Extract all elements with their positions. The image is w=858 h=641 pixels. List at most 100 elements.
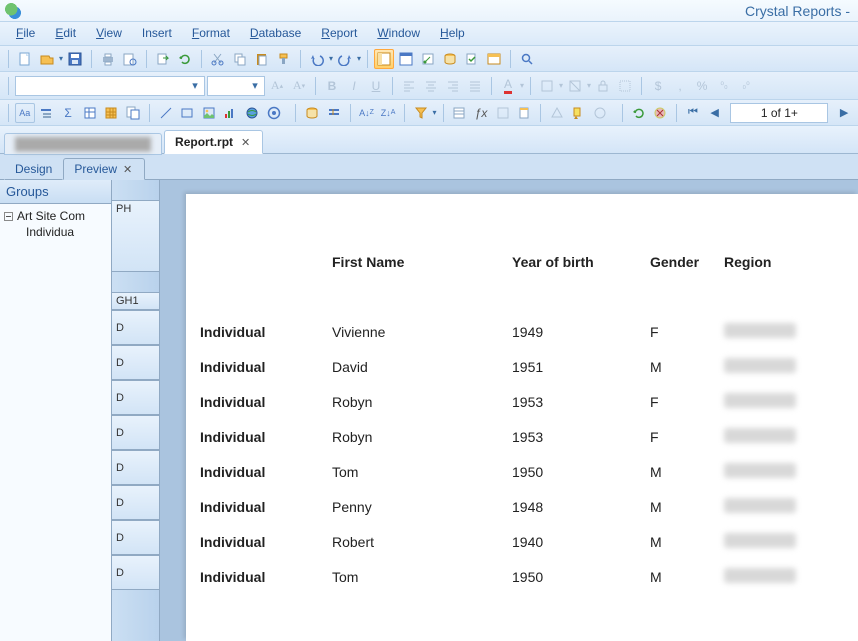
- font-name-combo[interactable]: ▾: [15, 76, 205, 96]
- menu-window[interactable]: Window: [367, 22, 430, 45]
- text-object-icon[interactable]: Aa: [15, 103, 35, 123]
- menu-edit[interactable]: Edit: [45, 22, 86, 45]
- cut-icon[interactable]: [208, 49, 228, 69]
- currency-icon[interactable]: $: [648, 76, 668, 96]
- nav-next-icon[interactable]: ▶: [834, 103, 854, 123]
- dec-decimal-icon[interactable]: ₀⁰: [736, 76, 756, 96]
- save-icon[interactable]: [65, 49, 85, 69]
- section-expert-icon[interactable]: [450, 103, 470, 123]
- highlight-expert-icon[interactable]: [569, 103, 589, 123]
- align-right-icon[interactable]: [443, 76, 463, 96]
- thousands-icon[interactable]: ,: [670, 76, 690, 96]
- increase-font-icon[interactable]: A▴: [267, 76, 287, 96]
- line-icon[interactable]: [156, 103, 176, 123]
- check-dependencies-icon[interactable]: [462, 49, 482, 69]
- chart-icon[interactable]: [221, 103, 241, 123]
- stop-icon[interactable]: [651, 103, 671, 123]
- ruler-detail[interactable]: D: [112, 520, 159, 555]
- summary-icon[interactable]: Σ: [58, 103, 78, 123]
- ruler-group-header[interactable]: GH1: [112, 292, 159, 310]
- alert-icon[interactable]: [547, 103, 567, 123]
- find-icon[interactable]: [517, 49, 537, 69]
- borders-icon[interactable]: [537, 76, 557, 96]
- refresh-data-icon[interactable]: [629, 103, 649, 123]
- menu-help[interactable]: Help: [430, 22, 475, 45]
- toggle-panel-icon[interactable]: [374, 49, 394, 69]
- lock-format-icon[interactable]: [593, 76, 613, 96]
- align-left-icon[interactable]: [399, 76, 419, 96]
- decrease-font-icon[interactable]: A▾: [289, 76, 309, 96]
- db-expert-icon[interactable]: [302, 103, 322, 123]
- align-center-icon[interactable]: [421, 76, 441, 96]
- select-expert-icon[interactable]: [411, 103, 431, 123]
- redo-icon[interactable]: [335, 49, 355, 69]
- open-icon[interactable]: [37, 49, 57, 69]
- olap-grid-icon[interactable]: [101, 103, 121, 123]
- table-row[interactable]: IndividualTom1950M: [186, 559, 858, 594]
- inc-decimal-icon[interactable]: ⁰₀: [714, 76, 734, 96]
- sort-desc-icon[interactable]: Z↓A: [378, 103, 398, 123]
- nav-prev-icon[interactable]: ◀: [705, 103, 725, 123]
- group-expert-icon[interactable]: [324, 103, 344, 123]
- ruler-detail[interactable]: D: [112, 555, 159, 590]
- repository-icon[interactable]: [440, 49, 460, 69]
- tab-design[interactable]: Design: [4, 158, 63, 180]
- box-icon[interactable]: [177, 103, 197, 123]
- undo-icon[interactable]: [307, 49, 327, 69]
- preview-pane[interactable]: First Name Year of birth Gender Region I…: [160, 180, 858, 641]
- table-row[interactable]: IndividualRobyn1953F: [186, 419, 858, 454]
- ruler-detail[interactable]: D: [112, 415, 159, 450]
- sort-asc-icon[interactable]: A↓Z: [357, 103, 377, 123]
- paste-icon[interactable]: [252, 49, 272, 69]
- align-justify-icon[interactable]: [465, 76, 485, 96]
- map-icon[interactable]: [242, 103, 262, 123]
- ruler-detail[interactable]: D: [112, 310, 159, 345]
- refresh-icon[interactable]: [175, 49, 195, 69]
- tree-toggle-icon[interactable]: [4, 212, 13, 221]
- suppress-icon[interactable]: [565, 76, 585, 96]
- template-expert-icon[interactable]: [514, 103, 534, 123]
- percent-icon[interactable]: %: [692, 76, 712, 96]
- format-painter-icon[interactable]: [274, 49, 294, 69]
- tree-root[interactable]: Art Site Com: [4, 208, 107, 224]
- groups-tree[interactable]: Art Site Com Individua: [0, 204, 111, 244]
- underline-icon[interactable]: U: [366, 76, 386, 96]
- menu-file[interactable]: File: [6, 22, 45, 45]
- field-explorer-icon[interactable]: [396, 49, 416, 69]
- menu-database[interactable]: Database: [240, 22, 311, 45]
- table-row[interactable]: IndividualRobyn1953F: [186, 384, 858, 419]
- document-tab-active[interactable]: Report.rpt ✕: [164, 130, 263, 154]
- table-row[interactable]: IndividualPenny1948M: [186, 489, 858, 524]
- document-tab-other[interactable]: ████████████████: [4, 133, 162, 155]
- menu-view[interactable]: View: [86, 22, 132, 45]
- ruler-detail[interactable]: D: [112, 345, 159, 380]
- font-color-icon[interactable]: A: [498, 76, 518, 96]
- print-preview-icon[interactable]: [120, 49, 140, 69]
- olap-design-icon[interactable]: [493, 103, 513, 123]
- insert-hyperlink-icon[interactable]: [590, 103, 610, 123]
- page-indicator[interactable]: 1 of 1+: [730, 103, 828, 123]
- tab-preview[interactable]: Preview ✕: [63, 158, 145, 180]
- workbench-icon[interactable]: [484, 49, 504, 69]
- table-row[interactable]: IndividualVivienne1949F: [186, 314, 858, 349]
- export-icon[interactable]: [153, 49, 173, 69]
- new-doc-icon[interactable]: [15, 49, 35, 69]
- ruler-detail[interactable]: D: [112, 380, 159, 415]
- tree-child[interactable]: Individua: [4, 224, 107, 240]
- ruler-page-header[interactable]: PH: [112, 200, 159, 272]
- table-row[interactable]: IndividualDavid1951M: [186, 349, 858, 384]
- subreport-icon[interactable]: [123, 103, 143, 123]
- menu-insert[interactable]: Insert: [132, 22, 182, 45]
- close-icon[interactable]: ✕: [239, 136, 252, 149]
- cross-tab-icon[interactable]: [80, 103, 100, 123]
- menu-format[interactable]: Format: [182, 22, 240, 45]
- print-icon[interactable]: [98, 49, 118, 69]
- copy-icon[interactable]: [230, 49, 250, 69]
- flash-icon[interactable]: [264, 103, 284, 123]
- report-explorer-icon[interactable]: [418, 49, 438, 69]
- font-size-combo[interactable]: ▾: [207, 76, 265, 96]
- lock-size-icon[interactable]: [615, 76, 635, 96]
- ruler-detail[interactable]: D: [112, 485, 159, 520]
- ruler-detail[interactable]: D: [112, 450, 159, 485]
- nav-first-icon[interactable]: ⏮: [683, 103, 703, 123]
